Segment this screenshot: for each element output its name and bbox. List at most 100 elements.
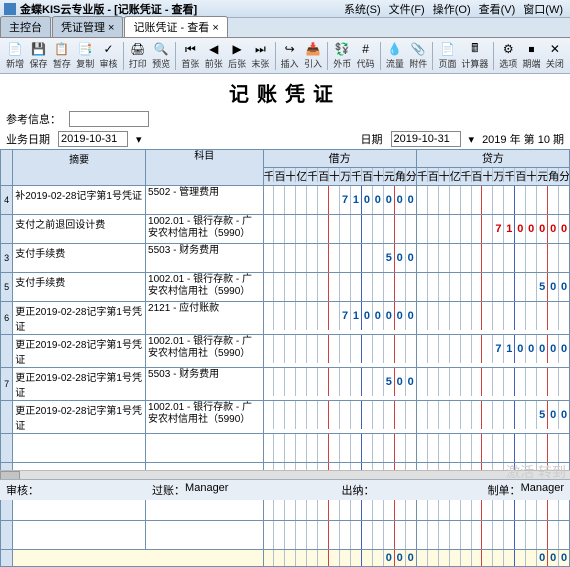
credit-cell[interactable] — [416, 186, 569, 215]
table-row[interactable]: 4补2019-02-28记字第1号凭证5502 - 管理费用7100000 — [1, 186, 570, 215]
credit-cell[interactable] — [416, 244, 569, 273]
table-row[interactable]: 7更正2019-02-28记字第1号凭证5503 - 财务费用500 — [1, 368, 570, 401]
table-row[interactable]: 支付之前退回设计费1002.01 - 银行存款 - 广安农村信用社（5990） 7… — [1, 215, 570, 244]
table-row[interactable]: 更正2019-02-28记字第1号凭证1002.01 - 银行存款 - 广安农村… — [1, 335, 570, 368]
end-button[interactable]: ⏹期端 — [520, 40, 542, 71]
next-icon: ▶ — [229, 41, 245, 57]
table-row[interactable]: 更正2019-02-28记字第1号凭证1002.01 - 银行存款 - 广安农村… — [1, 401, 570, 434]
table-row[interactable]: 6更正2019-02-28记字第1号凭证2121 - 应付账款7100000 — [1, 302, 570, 335]
last-button[interactable]: ⏭末张 — [249, 40, 271, 71]
debit-cell[interactable]: 500 — [263, 368, 416, 401]
summary-cell[interactable]: 更正2019-02-28记字第1号凭证 — [13, 302, 146, 335]
dropdown-icon[interactable]: ▾ — [136, 133, 142, 146]
option-button[interactable]: ⚙选项 — [497, 40, 519, 71]
import-button[interactable]: 📥引入 — [302, 40, 324, 71]
menu-item[interactable]: 文件(F) — [386, 1, 428, 17]
credit-cell[interactable]: 500 — [416, 273, 569, 302]
summary-cell[interactable]: 支付手续费 — [13, 273, 146, 302]
close-icon: ✕ — [547, 41, 563, 57]
next-button[interactable]: ▶后张 — [226, 40, 248, 71]
debit-cell[interactable] — [263, 215, 416, 244]
menu-bar: 系统(S)文件(F)操作(O)查看(V)窗口(W) — [341, 1, 566, 17]
debit-cell[interactable]: 7100000 — [263, 302, 416, 335]
calc-button[interactable]: 🖩计算器 — [460, 40, 491, 71]
ref-input[interactable] — [69, 111, 149, 127]
account-cell[interactable] — [146, 521, 263, 550]
summary-cell[interactable]: 更正2019-02-28记字第1号凭证 — [13, 335, 146, 368]
account-cell[interactable]: 5503 - 财务费用 — [146, 244, 263, 273]
credit-cell[interactable]: 7100000 — [416, 335, 569, 368]
menu-item[interactable]: 系统(S) — [341, 1, 384, 17]
tab[interactable]: 凭证管理 × — [52, 16, 123, 37]
summary-cell[interactable]: 支付手续费 — [13, 244, 146, 273]
debit-cell[interactable]: 500 — [263, 244, 416, 273]
copy-button[interactable]: 📑复制 — [74, 40, 96, 71]
summary-cell[interactable] — [13, 521, 146, 550]
debit-cell[interactable]: 7100000 — [263, 186, 416, 215]
first-button[interactable]: ⏮首张 — [179, 40, 201, 71]
dropdown-icon[interactable]: ▾ — [469, 133, 475, 146]
attach-button[interactable]: 📎附件 — [407, 40, 429, 71]
credit-cell[interactable] — [416, 434, 569, 463]
bizdate-input[interactable] — [58, 131, 128, 147]
watermark: 激活 转到 — [506, 462, 566, 482]
period-label: 2019 年 第 10 期 — [482, 131, 564, 147]
check-button[interactable]: ✓审核 — [97, 40, 119, 71]
menu-item[interactable]: 窗口(W) — [520, 1, 566, 17]
account-cell[interactable]: 5502 - 管理费用 — [146, 186, 263, 215]
table-row[interactable] — [1, 434, 570, 463]
tab-strip: 主控台凭证管理 ×记账凭证 - 查看 × — [0, 18, 570, 38]
voucher-grid[interactable]: 摘要 科目 借方 贷方 千百十亿千百十万千百十元角分 千百十亿千百十万千百十元角… — [0, 149, 570, 567]
menu-item[interactable]: 查看(V) — [476, 1, 519, 17]
credit-cell[interactable] — [416, 302, 569, 335]
table-row[interactable]: 3支付手续费5503 - 财务费用500 — [1, 244, 570, 273]
table-row[interactable]: 5支付手续费1002.01 - 银行存款 - 广安农村信用社（5990）500 — [1, 273, 570, 302]
import-icon: 📥 — [305, 41, 321, 57]
new-icon: 📄 — [7, 41, 23, 57]
print-button[interactable]: 🖨打印 — [127, 40, 149, 71]
summary-cell[interactable]: 更正2019-02-28记字第1号凭证 — [13, 368, 146, 401]
flow-button[interactable]: 💧流量 — [384, 40, 406, 71]
preview-icon: 🔍 — [153, 41, 169, 57]
insert-button[interactable]: ↪插入 — [279, 40, 301, 71]
debit-cell[interactable] — [263, 273, 416, 302]
menu-item[interactable]: 操作(O) — [430, 1, 474, 17]
credit-cell[interactable]: 500 — [416, 401, 569, 434]
account-cell[interactable]: 1002.01 - 银行存款 - 广安农村信用社（5990） — [146, 335, 263, 368]
tab[interactable]: 记账凭证 - 查看 × — [124, 16, 227, 37]
summary-cell[interactable]: 支付之前退回设计费 — [13, 215, 146, 244]
table-row[interactable] — [1, 521, 570, 550]
account-cell[interactable]: 1002.01 - 银行存款 - 广安农村信用社（5990） — [146, 273, 263, 302]
auditor-label: 审核： — [6, 482, 39, 498]
debit-cell[interactable] — [263, 335, 416, 368]
preview-button[interactable]: 🔍预览 — [150, 40, 172, 71]
account-cell[interactable] — [146, 434, 263, 463]
credit-cell[interactable]: 7100000 — [416, 215, 569, 244]
debit-cell[interactable] — [263, 401, 416, 434]
account-cell[interactable]: 1002.01 - 银行存款 - 广安农村信用社（5990） — [146, 215, 263, 244]
debit-cell[interactable] — [263, 434, 416, 463]
account-cell[interactable]: 5503 - 财务费用 — [146, 368, 263, 401]
debit-cell[interactable] — [263, 521, 416, 550]
code-icon: # — [358, 41, 374, 57]
page-button[interactable]: 📄页面 — [436, 40, 458, 71]
saveas-button[interactable]: 📋暂存 — [51, 40, 73, 71]
save-button[interactable]: 💾保存 — [27, 40, 49, 71]
code-button[interactable]: #代码 — [354, 40, 376, 71]
summary-cell[interactable]: 补2019-02-28记字第1号凭证 — [13, 186, 146, 215]
close-button[interactable]: ✕关闭 — [544, 40, 566, 71]
prev-button[interactable]: ◀前张 — [203, 40, 225, 71]
credit-cell[interactable] — [416, 521, 569, 550]
account-cell[interactable]: 1002.01 - 银行存款 - 广安农村信用社（5990） — [146, 401, 263, 434]
new-button[interactable]: 📄新增 — [4, 40, 26, 71]
credit-cell[interactable] — [416, 368, 569, 401]
tab[interactable]: 主控台 — [0, 16, 51, 37]
summary-cell[interactable]: 更正2019-02-28记字第1号凭证 — [13, 401, 146, 434]
preparer-label: 制单： — [488, 482, 521, 498]
fx-button[interactable]: 💱外币 — [331, 40, 353, 71]
account-cell[interactable]: 2121 - 应付账款 — [146, 302, 263, 335]
poster-value: Manager — [185, 482, 228, 498]
col-summary: 摘要 — [13, 150, 146, 186]
summary-cell[interactable] — [13, 434, 146, 463]
date-input[interactable] — [391, 131, 461, 147]
